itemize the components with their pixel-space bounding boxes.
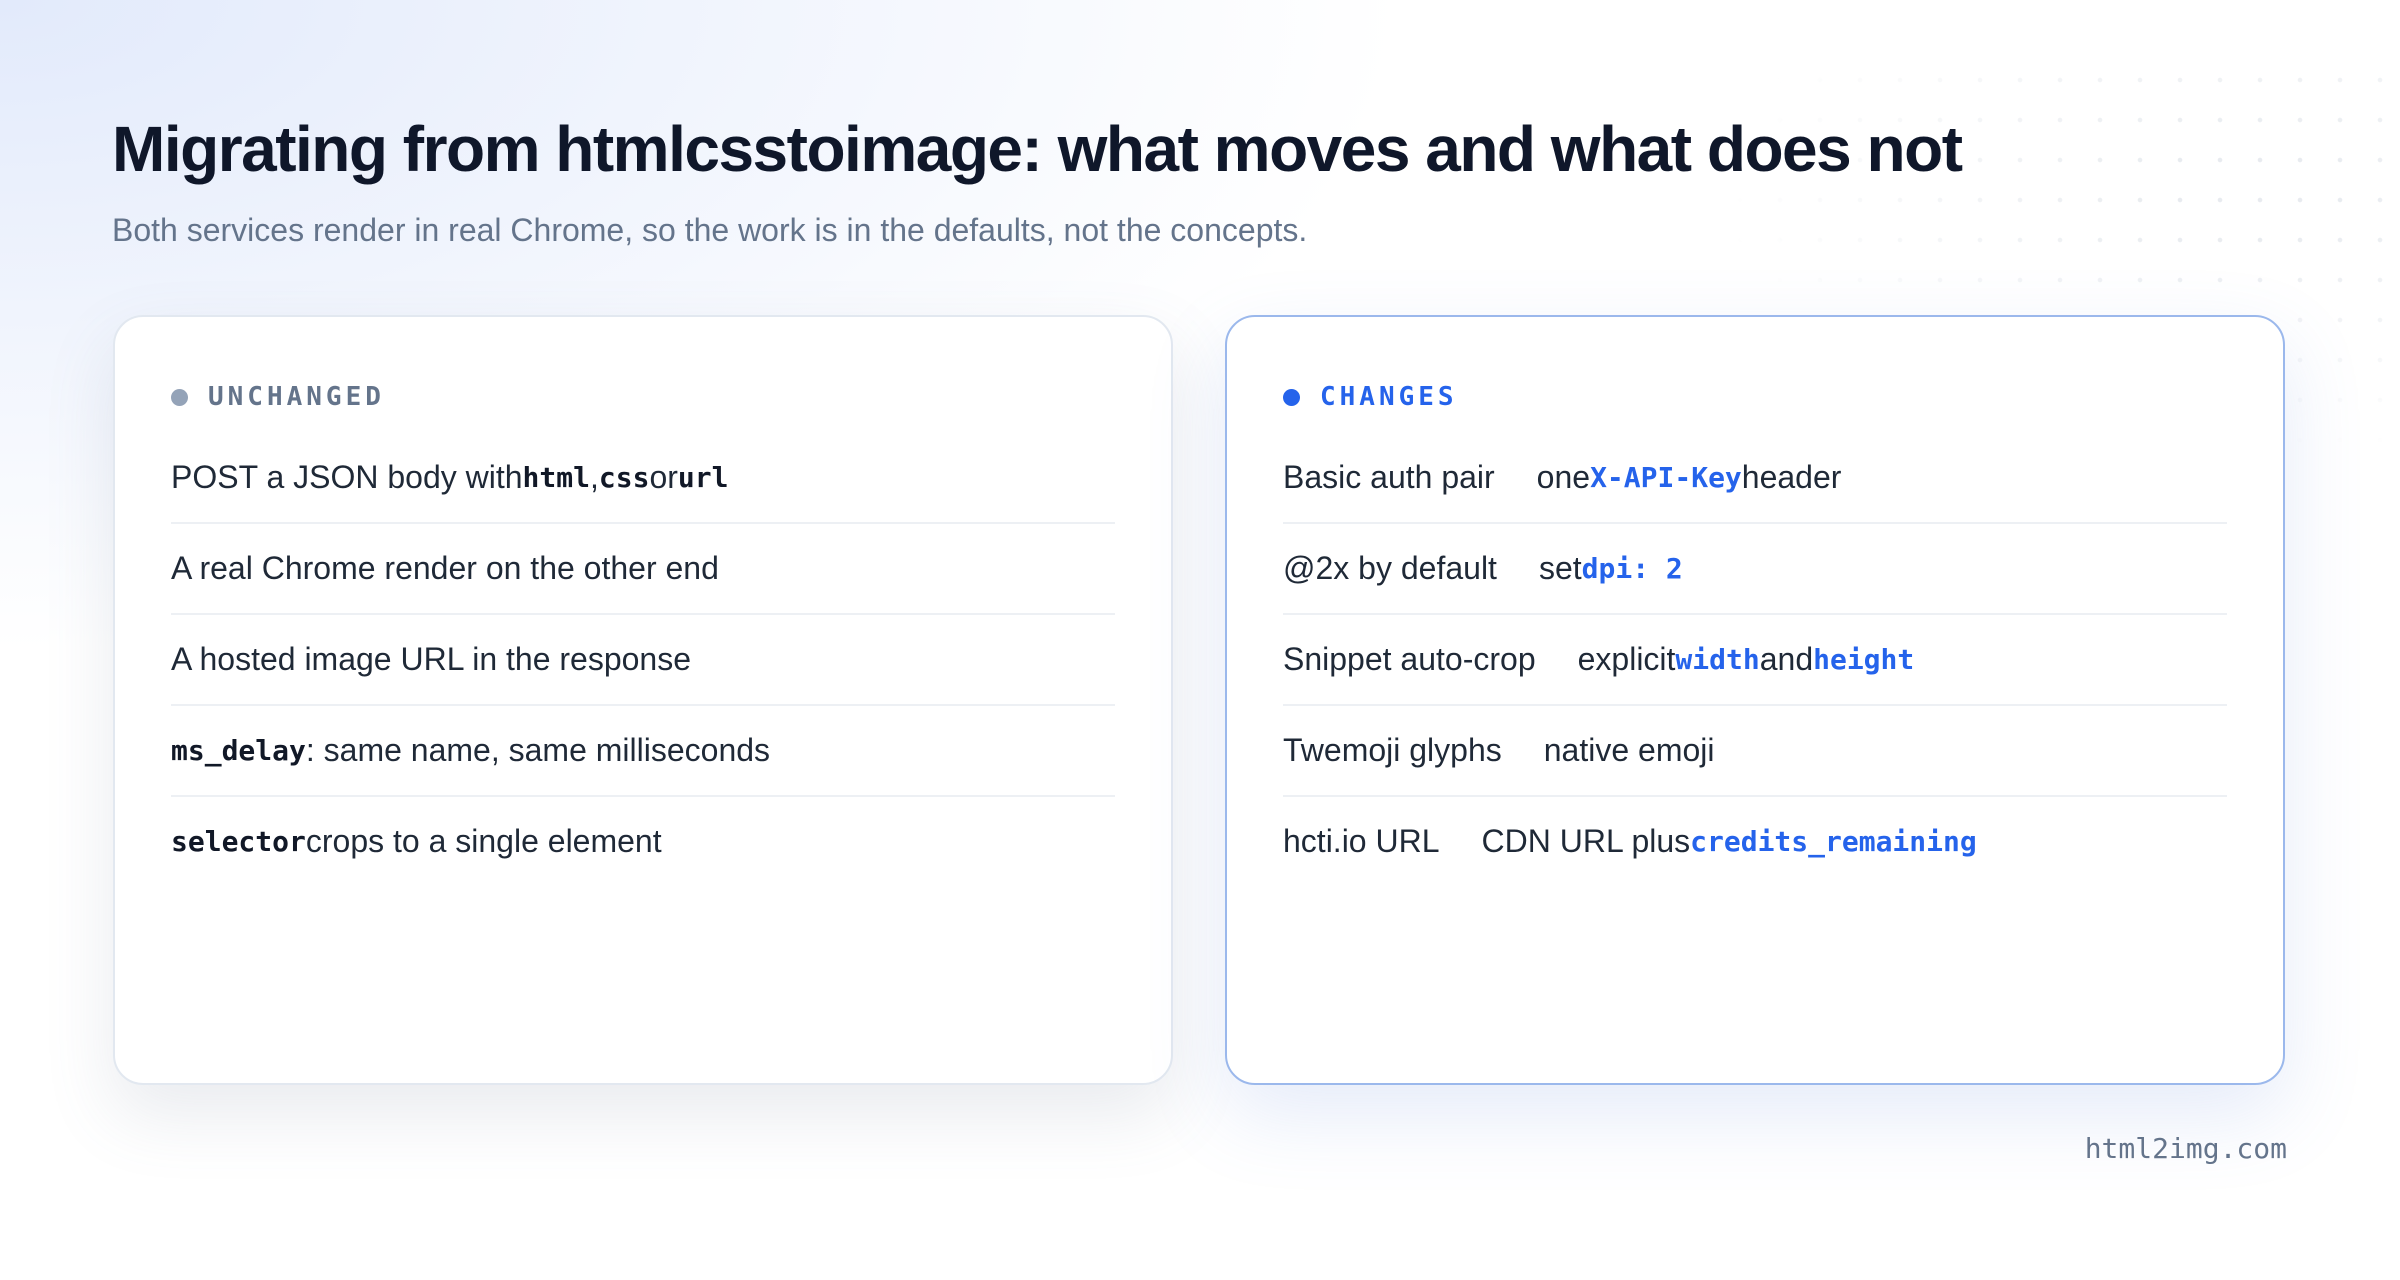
- unchanged-label: UNCHANGED: [208, 382, 385, 412]
- unchanged-row-post-body: POST a JSON body with html, css or url: [171, 433, 1115, 524]
- row-text: one: [1536, 459, 1591, 495]
- code-height: height: [1813, 643, 1915, 676]
- unchanged-row-ms-delay: ms_delay: same name, same milliseconds: [171, 706, 1115, 797]
- row-text: A real Chrome render on the other end: [171, 550, 719, 586]
- code-credits-remaining: credits_remaining: [1690, 825, 1977, 858]
- unchanged-row-chrome-render: A real Chrome render on the other end: [171, 524, 1115, 615]
- row-text: set: [1538, 550, 1582, 586]
- page-title: Migrating from htmlcsstoimage: what move…: [112, 113, 1963, 185]
- changes-row-crop: Snippet auto-crop explicit width and heig…: [1283, 615, 2227, 706]
- unchanged-dot-icon: [171, 388, 188, 406]
- changes-row-dpi: @2x by default set dpi: 2: [1283, 524, 2227, 615]
- row-text: native emoji: [1543, 732, 1715, 768]
- row-text: crops to a single element: [305, 823, 662, 859]
- row-text: ,: [589, 459, 599, 495]
- unchanged-row-selector: selector crops to a single element: [171, 797, 1115, 886]
- row-text: POST a JSON body with: [171, 459, 523, 495]
- unchanged-card: UNCHANGED POST a JSON body with html, cs…: [113, 315, 1173, 1085]
- changes-dot-icon: [1283, 388, 1300, 406]
- row-text: explicit: [1577, 641, 1676, 677]
- changes-row-auth: Basic auth pair one X-API-Key header: [1283, 433, 2227, 524]
- changes-row-emoji: Twemoji glyphs native emoji: [1283, 706, 2227, 797]
- row-from: Snippet auto-crop: [1283, 641, 1536, 677]
- footer-brand: html2img.com: [2084, 1132, 2287, 1165]
- changes-card-header: CHANGES: [1283, 367, 2227, 427]
- row-from: @2x by default: [1283, 550, 1497, 586]
- row-text: CDN URL plus: [1481, 823, 1691, 859]
- changes-label: CHANGES: [1320, 382, 1458, 412]
- changes-list: Basic auth pair one X-API-Key header @2x …: [1283, 433, 2227, 886]
- row-text: A hosted image URL in the response: [171, 641, 692, 677]
- code-css: css: [598, 461, 650, 494]
- code-html: html: [522, 461, 590, 494]
- page-subtitle: Both services render in real Chrome, so …: [112, 212, 1308, 248]
- row-from: hcti.io URL: [1283, 823, 1440, 859]
- row-text: header: [1741, 459, 1842, 495]
- code-x-api-key: X-API-Key: [1590, 461, 1742, 494]
- row-text: or: [649, 459, 678, 495]
- code-ms-delay: ms_delay: [171, 734, 306, 767]
- unchanged-list: POST a JSON body with html, css or url A…: [171, 433, 1115, 886]
- code-width: width: [1675, 643, 1760, 676]
- code-dpi: dpi: 2: [1581, 552, 1683, 585]
- row-text: and: [1759, 641, 1814, 677]
- row-from: Twemoji glyphs: [1283, 732, 1502, 768]
- row-from: Basic auth pair: [1283, 459, 1495, 495]
- code-selector: selector: [171, 825, 306, 858]
- unchanged-card-header: UNCHANGED: [171, 367, 1115, 427]
- changes-card: CHANGES Basic auth pair one X-API-Key hea…: [1225, 315, 2285, 1085]
- unchanged-row-hosted-url: A hosted image URL in the response: [171, 615, 1115, 706]
- changes-row-url: hcti.io URL CDN URL plus credits_remainin…: [1283, 797, 2227, 886]
- code-url: url: [677, 461, 729, 494]
- row-text: : same name, same milliseconds: [305, 732, 771, 768]
